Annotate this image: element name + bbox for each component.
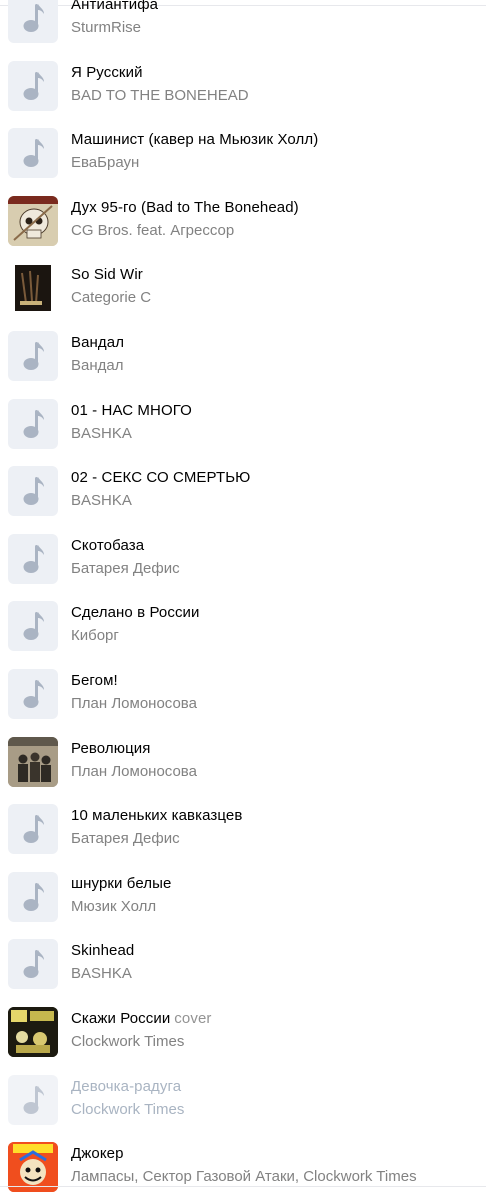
track-row[interactable]: Антиантифа SturmRise xyxy=(0,0,486,51)
track-row[interactable]: Скотобаза Батарея Дефис xyxy=(0,524,486,592)
track-title: 10 маленьких кавказцев xyxy=(71,807,242,824)
track-row[interactable]: 02 - СЕКС СО СМЕРТЬЮ BASHKA xyxy=(0,456,486,524)
track-title-text: Революция xyxy=(71,739,151,757)
music-note-icon[interactable] xyxy=(8,128,58,179)
music-note-icon[interactable] xyxy=(8,939,58,990)
track-artist-link[interactable]: ЕваБраун xyxy=(71,154,139,171)
music-note-icon[interactable] xyxy=(8,668,58,719)
music-note-icon[interactable] xyxy=(8,533,58,584)
track-artist-link[interactable]: Clockwork Times xyxy=(71,1033,184,1050)
track-title: 02 - СЕКС СО СМЕРТЬЮ xyxy=(71,469,250,486)
music-note-icon[interactable] xyxy=(8,601,58,652)
track-title: Скотобаза xyxy=(71,537,144,554)
album-cover-band-photo[interactable] xyxy=(8,736,58,787)
track-title-text: Джокер xyxy=(71,1145,124,1163)
track-title-text: Дух 95-го (Bad to The Bonehead) xyxy=(71,198,299,216)
track-title: шнурки белые xyxy=(71,875,171,892)
track-title-text: Скажи России xyxy=(71,1009,171,1027)
music-note-icon[interactable] xyxy=(8,398,58,449)
track-title: Джокер xyxy=(71,1145,124,1162)
music-note-icon[interactable] xyxy=(8,871,58,922)
track-row[interactable]: Девочка-радуга Clockwork Times xyxy=(0,1065,486,1133)
track-artist-link[interactable]: Clockwork Times xyxy=(71,1101,184,1118)
music-note-icon[interactable] xyxy=(8,466,58,517)
track-title-text: 10 маленьких кавказцев xyxy=(71,807,243,825)
track-title: Девочка-радуга xyxy=(71,1078,181,1095)
track-title-text: 02 - СЕКС СО СМЕРТЬЮ xyxy=(71,469,251,487)
music-note-icon[interactable] xyxy=(8,1074,58,1125)
track-row[interactable]: Я Русский BAD TO THE BONEHEAD xyxy=(0,51,486,119)
music-note-icon[interactable] xyxy=(8,804,58,855)
track-title: Я Русский xyxy=(71,64,143,81)
album-cover-skull[interactable] xyxy=(8,195,58,246)
track-artist-link[interactable]: BAD TO THE BONEHEAD xyxy=(71,87,249,104)
track-row[interactable]: Машинист (кавер на Мьюзик Холл) ЕваБраун xyxy=(0,118,486,186)
track-title-text: Девочка-радуга xyxy=(71,1077,182,1095)
track-artist-link[interactable]: BASHKA xyxy=(71,492,132,509)
track-title: Skinhead xyxy=(71,942,134,959)
track-artist-link[interactable]: CG Bros. feat. Агрессор xyxy=(71,222,234,239)
album-cover-dark[interactable] xyxy=(8,263,58,314)
track-artist-link[interactable]: План Ломоносова xyxy=(71,695,197,712)
album-cover-punk[interactable] xyxy=(8,1006,58,1057)
track-row[interactable]: Революция План Ломоносова xyxy=(0,727,486,795)
track-title: Сделано в России xyxy=(71,604,200,621)
track-row[interactable]: шнурки белые Мюзик Холл xyxy=(0,862,486,930)
track-title-text: Скотобаза xyxy=(71,536,145,554)
album-cover-comic[interactable] xyxy=(8,1142,58,1193)
track-title-text: Я Русский xyxy=(71,63,143,81)
track-title: Антиантифа xyxy=(71,0,158,13)
track-artist-link[interactable]: Батарея Дефис xyxy=(71,560,180,577)
track-title-text: Антиантифа xyxy=(71,0,159,13)
track-row[interactable]: 10 маленьких кавказцев Батарея Дефис xyxy=(0,794,486,862)
track-artist-link[interactable]: Батарея Дефис xyxy=(71,830,180,847)
music-note-icon[interactable] xyxy=(8,0,58,43)
track-artist-link[interactable]: Вандал xyxy=(71,357,123,374)
track-title: Вандал xyxy=(71,334,124,351)
track-title: Революция xyxy=(71,740,151,757)
track-title-text: Вандал xyxy=(71,333,125,351)
track-title-text: 01 - НАС МНОГО xyxy=(71,401,192,419)
track-artist-link[interactable]: BASHKA xyxy=(71,965,132,982)
track-title-text: Skinhead xyxy=(71,942,135,960)
track-artist-link[interactable]: Киборг xyxy=(71,627,119,644)
track-title-text: шнурки белые xyxy=(71,874,172,892)
track-row[interactable]: Дух 95-го (Bad to The Bonehead) CG Bros. … xyxy=(0,186,486,254)
track-row[interactable]: Сделано в России Киборг xyxy=(0,591,486,659)
track-title: Бегом! xyxy=(71,672,118,689)
audio-track-list: Антиантифа SturmRise Я Русский BAD TO THE B… xyxy=(0,0,486,1200)
track-artist-link[interactable]: SturmRise xyxy=(71,19,141,36)
track-title-text: So Sid Wir xyxy=(71,266,143,284)
track-artist-link[interactable]: План Ломоносова xyxy=(71,763,197,780)
track-title: Скажи России cover xyxy=(71,1010,211,1027)
track-title-text: Бегом! xyxy=(71,671,118,689)
track-title-text: Машинист (кавер на Мьюзик Холл) xyxy=(71,131,319,149)
track-title: 01 - НАС МНОГО xyxy=(71,402,192,419)
track-artist-link[interactable]: BASHKA xyxy=(71,425,132,442)
music-note-icon[interactable] xyxy=(8,60,58,111)
track-row[interactable]: 01 - НАС МНОГО BASHKA xyxy=(0,389,486,457)
track-artist-link[interactable]: Categorie C xyxy=(71,289,151,306)
track-artist-link[interactable]: Мюзик Холл xyxy=(71,898,156,915)
track-row[interactable]: Вандал Вандал xyxy=(0,321,486,389)
track-artist-link[interactable]: Лампасы, Сектор Газовой Атаки, Clockwork… xyxy=(71,1168,417,1185)
music-note-icon[interactable] xyxy=(8,330,58,381)
track-row[interactable]: Skinhead BASHKA xyxy=(0,929,486,997)
track-title: Машинист (кавер на Мьюзик Холл) xyxy=(71,131,318,148)
bottom-divider xyxy=(0,1186,486,1187)
track-title: Дух 95-го (Bad to The Bonehead) xyxy=(71,199,299,216)
track-subtitle: cover xyxy=(174,1009,212,1027)
track-title-text: Сделано в России xyxy=(71,604,200,622)
track-row[interactable]: Джокер Лампасы, Сектор Газовой Атаки, Clo… xyxy=(0,1132,486,1200)
track-row[interactable]: Бегом! План Ломоносова xyxy=(0,659,486,727)
track-row[interactable]: So Sid Wir Categorie C xyxy=(0,253,486,321)
track-title: So Sid Wir xyxy=(71,266,143,283)
track-row[interactable]: Скажи России cover Clockwork Times xyxy=(0,997,486,1065)
